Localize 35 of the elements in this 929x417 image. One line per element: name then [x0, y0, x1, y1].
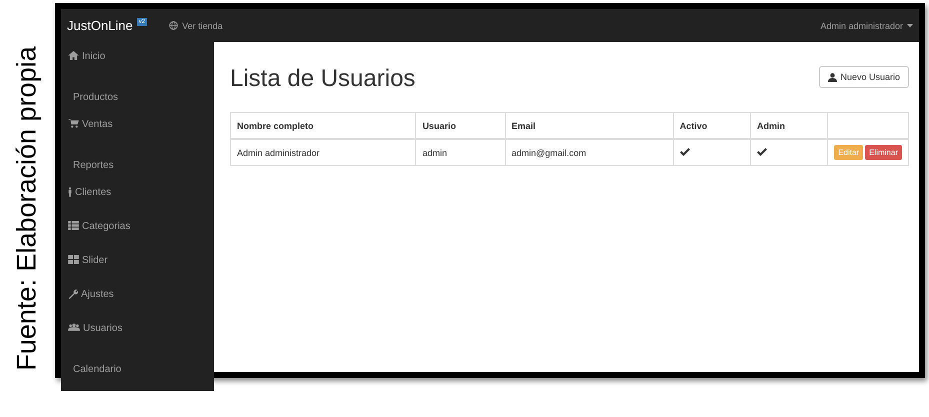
- figure-caption: Fuente: Elaboración propia: [12, 46, 43, 371]
- wrench-icon: [68, 289, 78, 299]
- sidebar-item[interactable]: Calendario: [61, 357, 214, 391]
- sidebar-item[interactable]: Ventas: [61, 119, 214, 153]
- table-cell: admin: [416, 139, 505, 166]
- column-header: Usuario: [416, 112, 505, 139]
- sidebar-item[interactable]: Inicio: [61, 51, 214, 85]
- sidebar-item[interactable]: Reportes: [61, 153, 214, 187]
- sidebar-item[interactable]: Slider: [61, 255, 214, 289]
- person-icon: [68, 187, 72, 197]
- page-title: Lista de Usuarios: [230, 64, 416, 93]
- sidebar-item[interactable]: Clientes: [61, 187, 214, 221]
- store-link[interactable]: Ver tienda: [182, 20, 223, 30]
- caret-icon: [907, 24, 913, 28]
- user-icon: [828, 72, 838, 82]
- column-header: Nombre completo: [230, 112, 416, 139]
- sidebar-item[interactable]: Categorias: [61, 221, 214, 255]
- list-icon: [68, 221, 79, 230]
- column-header: Email: [505, 112, 674, 139]
- new-user-button[interactable]: Nuevo Usuario: [819, 66, 909, 88]
- brand-logo[interactable]: JustOnLine: [67, 18, 133, 33]
- column-header: Activo: [673, 112, 750, 139]
- sidebar-item[interactable]: Ajustes: [61, 289, 214, 323]
- delete-button[interactable]: Eliminar: [865, 145, 902, 160]
- column-header: Admin: [750, 112, 828, 139]
- cart-icon: [68, 119, 79, 128]
- user-menu[interactable]: Admin administrador: [820, 20, 903, 30]
- grid-icon: [68, 255, 79, 264]
- sidebar-item[interactable]: Productos: [61, 85, 214, 119]
- globe-icon: [169, 21, 178, 30]
- sidebar-item[interactable]: Usuarios: [61, 323, 214, 357]
- table-cell: admin@gmail.com: [505, 139, 674, 166]
- table-cell: Admin administrador: [230, 139, 416, 166]
- users-icon: [68, 323, 80, 332]
- home-icon: [68, 51, 79, 60]
